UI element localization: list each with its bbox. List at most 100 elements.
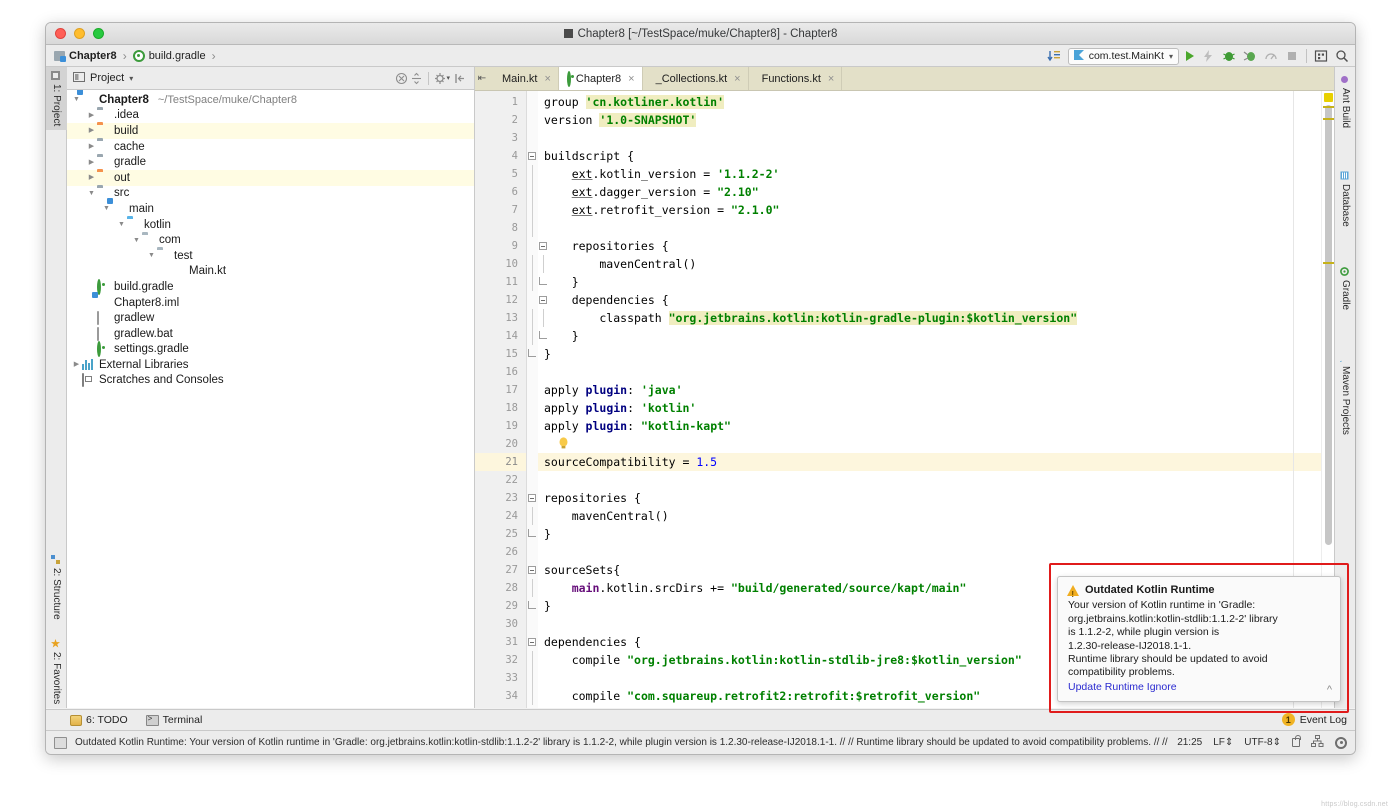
code-line[interactable]: apply plugin: "kotlin-kapt"	[538, 417, 1321, 435]
avd-manager-icon[interactable]	[1314, 49, 1328, 63]
tree-node-main[interactable]: ▼ main	[67, 201, 474, 217]
fold-end-icon[interactable]	[528, 529, 536, 537]
close-tab-icon[interactable]: ×	[828, 73, 834, 85]
tree-node-test[interactable]: ▼ test	[67, 248, 474, 264]
fold-end-icon[interactable]	[528, 601, 536, 609]
tree-node-external-libraries[interactable]: ▶ External Libraries	[67, 357, 474, 373]
fold-marker[interactable]	[527, 579, 538, 597]
tree-toggle-right-icon[interactable]: ▶	[71, 357, 82, 372]
scrollbar-thumb[interactable]	[1325, 105, 1332, 545]
fold-end-icon[interactable]	[528, 349, 536, 357]
code-line[interactable]: }	[538, 273, 1321, 291]
tree-toggle-right-icon[interactable]: ▶	[86, 139, 97, 154]
code-line[interactable]: repositories {	[538, 237, 1321, 255]
fold-marker[interactable]	[527, 201, 538, 219]
encoding-widget[interactable]: UTF-8⇕	[1244, 737, 1281, 748]
fold-marker[interactable]	[527, 345, 538, 363]
status-message-icon[interactable]	[54, 736, 67, 749]
tree-node-chapter8-iml[interactable]: Chapter8.iml	[67, 295, 474, 311]
fold-marker[interactable]	[527, 183, 538, 201]
fold-marker[interactable]	[527, 219, 538, 237]
code-line[interactable]: mavenCentral()	[538, 255, 1321, 273]
editor-tabs[interactable]: ⇤ Main.kt × Chapter8 × _Collections.kt × Funct…	[475, 67, 1334, 91]
code-line[interactable]: }	[538, 525, 1321, 543]
fold-marker[interactable]	[527, 633, 538, 651]
tree-toggle-down-icon[interactable]: ▼	[146, 248, 157, 263]
tree-node-src[interactable]: ▼ src	[67, 186, 474, 202]
code-line[interactable]	[538, 219, 1321, 237]
scrollbar-warning-marker[interactable]	[1323, 262, 1334, 264]
run-icon[interactable]	[1186, 51, 1194, 61]
fold-marker[interactable]	[527, 669, 538, 687]
sidebar-item-structure[interactable]: 2: Structure	[46, 551, 67, 624]
code-line[interactable]	[538, 363, 1321, 381]
code-line[interactable]: dependencies {	[538, 291, 1321, 309]
tree-node-gradlew-bat[interactable]: gradlew.bat	[67, 326, 474, 342]
tree-node-cache[interactable]: ▶ cache	[67, 139, 474, 155]
bottom-item-terminal[interactable]: Terminal	[145, 714, 202, 726]
tree-node-scratches-and-consoles[interactable]: Scratches and Consoles	[67, 373, 474, 389]
editor-tab-functions-kt[interactable]: Functions.kt ×	[748, 67, 843, 90]
sidebar-item-project[interactable]: 1: Project	[46, 67, 67, 131]
fold-marker[interactable]	[527, 309, 544, 327]
bottom-item-todo[interactable]: 6: TODO	[70, 714, 128, 726]
right-stripe-item-maven-projects[interactable]: m Maven Projects	[1335, 349, 1355, 439]
tree-toggle-down-icon[interactable]: ▼	[116, 217, 127, 232]
fold-marker[interactable]	[527, 687, 538, 705]
fold-marker[interactable]	[527, 291, 547, 309]
code-line[interactable]	[538, 471, 1321, 489]
expand-all-icon[interactable]	[409, 71, 424, 86]
fold-marker[interactable]	[527, 525, 538, 543]
fold-collapse-icon[interactable]	[528, 494, 536, 502]
breadcrumb-project[interactable]: Chapter8	[54, 50, 117, 62]
right-stripe-item-ant-build[interactable]: Ant Build	[1335, 71, 1355, 132]
project-panel-title-group[interactable]: Project ▾	[73, 71, 133, 86]
sidebar-item-favorites[interactable]: 2: Favorites	[46, 635, 67, 708]
code-line[interactable]: }	[538, 345, 1321, 363]
run-configuration-selector[interactable]: com.test.MainKt ▾	[1067, 47, 1179, 65]
tree-node-build-gradle[interactable]: build.gradle	[67, 278, 474, 295]
tree-node-build[interactable]: ▶ build	[67, 123, 474, 139]
code-line[interactable]	[538, 435, 1321, 453]
search-everywhere-icon[interactable]	[1335, 49, 1349, 63]
breadcrumb-file[interactable]: build.gradle	[132, 49, 206, 62]
fold-marker[interactable]	[527, 237, 547, 255]
code-line[interactable]: apply plugin: 'java'	[538, 381, 1321, 399]
close-tab-icon[interactable]: ×	[734, 73, 740, 85]
code-line[interactable]: group 'cn.kotliner.kotlin'	[538, 93, 1321, 111]
tree-node-gradlew[interactable]: gradlew	[67, 310, 474, 326]
collapse-all-icon[interactable]	[394, 71, 409, 86]
code-line[interactable]: apply plugin: 'kotlin'	[538, 399, 1321, 417]
line-separator-widget[interactable]: LF⇕	[1213, 737, 1233, 748]
code-line[interactable]: ext.retrofit_version = "2.1.0"	[538, 201, 1321, 219]
fold-marker[interactable]	[527, 561, 538, 579]
tree-toggle-right-icon[interactable]: ▶	[86, 170, 97, 185]
code-line[interactable]: sourceCompatibility = 1.5	[538, 453, 1321, 471]
scrollbar-warning-marker[interactable]	[1323, 118, 1334, 120]
update-project-icon[interactable]	[1047, 49, 1061, 63]
tree-node-com[interactable]: ▼ com	[67, 232, 474, 248]
right-stripe-item-database[interactable]: Database	[1335, 167, 1355, 231]
fold-marker[interactable]	[527, 165, 538, 183]
tree-toggle-right-icon[interactable]: ▶	[86, 108, 97, 123]
fold-marker[interactable]	[527, 597, 538, 615]
tree-node-kotlin[interactable]: ▼ kotlin	[67, 217, 474, 233]
settings-gear-icon[interactable]	[433, 71, 448, 86]
fold-marker[interactable]	[527, 273, 547, 291]
tree-toggle-right-icon[interactable]: ▶	[86, 155, 97, 170]
tree-node-settings-gradle[interactable]: settings.gradle	[67, 341, 474, 358]
fold-collapse-icon[interactable]	[528, 152, 536, 160]
tree-node-out[interactable]: ▶ out	[67, 169, 474, 186]
debug-icon[interactable]	[1222, 49, 1236, 63]
code-line[interactable]: ext.dagger_version = "2.10"	[538, 183, 1321, 201]
tree-toggle-right-icon[interactable]: ▶	[86, 123, 97, 138]
editor-tab-main-kt[interactable]: Main.kt ×	[489, 67, 559, 90]
tree-node-main-kt[interactable]: Main.kt	[67, 264, 474, 280]
fold-marker[interactable]	[527, 255, 544, 273]
code-line[interactable]	[538, 129, 1321, 147]
close-tab-icon[interactable]: ×	[628, 73, 634, 85]
tree-toggle-down-icon[interactable]: ▼	[131, 233, 142, 248]
apply-changes-icon[interactable]	[1201, 49, 1215, 63]
code-line[interactable]: version '1.0-SNAPSHOT'	[538, 111, 1321, 129]
code-line[interactable]: mavenCentral()	[538, 507, 1321, 525]
